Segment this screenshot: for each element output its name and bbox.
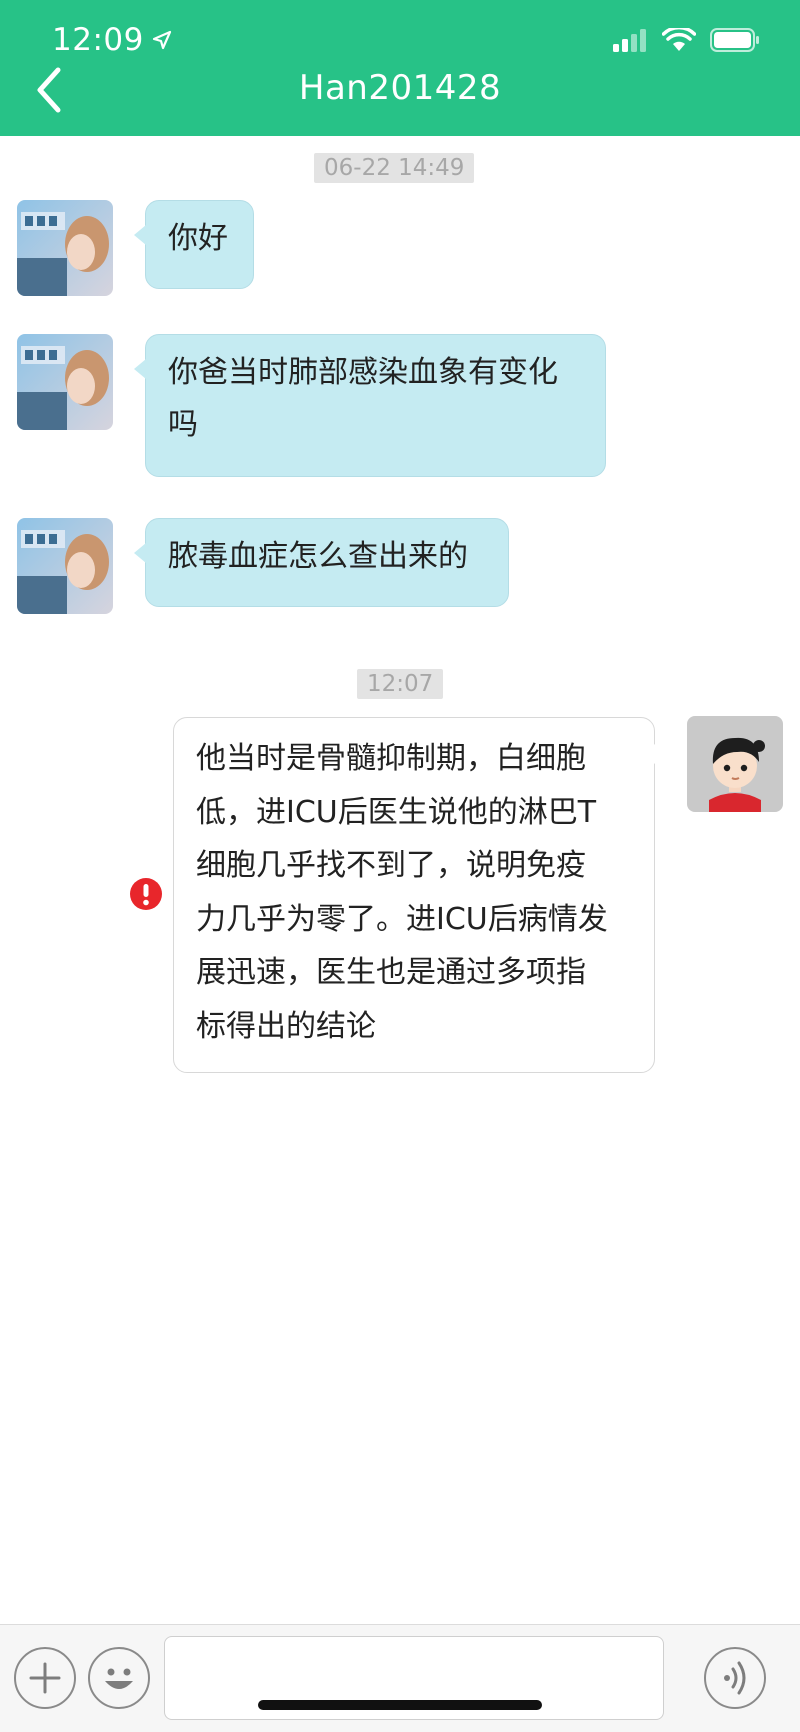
- add-button[interactable]: [14, 1647, 76, 1709]
- status-bar-indicators: [612, 28, 760, 52]
- location-arrow-icon: [152, 30, 171, 50]
- message-text-line: 吗: [168, 407, 198, 442]
- add-icon: [29, 1662, 61, 1694]
- incoming-message-bubble[interactable]: 你好: [134, 200, 254, 289]
- chat-message-list[interactable]: 06-22 14:49 你好 你爸当时肺部感染血象有变化 吗 脓毒血症怎么查出来…: [0, 136, 800, 1624]
- cartoon-boy-avatar-image: [687, 716, 783, 812]
- cellular-signal-icon: [613, 29, 646, 52]
- contact-avatar[interactable]: [17, 518, 113, 614]
- message-text-line: 低，进ICU后医生说他的淋巴T: [196, 794, 597, 830]
- message-text-line: 标得出的结论: [196, 1008, 376, 1044]
- battery-icon: [710, 28, 759, 52]
- message-timestamp: 06-22 14:49: [314, 153, 475, 183]
- message-text-line: 力几乎为零了。进ICU后病情发: [196, 901, 608, 937]
- wifi-icon: [662, 28, 696, 51]
- contact-avatar-image: [17, 200, 113, 296]
- incoming-message-bubble[interactable]: 脓毒血症怎么查出来的: [134, 518, 509, 607]
- contact-avatar-image: [17, 518, 113, 614]
- page-title: Han201428: [298, 68, 502, 108]
- home-indicator[interactable]: [258, 1700, 542, 1710]
- message-text-line: 他当时是骨髓抑制期，白细胞: [196, 741, 586, 776]
- contact-avatar-image: [17, 334, 113, 430]
- message-text-line: 你爸当时肺部感染血象有变化: [168, 355, 558, 390]
- message-text-line: 细胞几乎找不到了，说明免疫: [196, 848, 586, 883]
- message-text: 你好: [168, 221, 228, 256]
- my-avatar[interactable]: [687, 716, 783, 812]
- incoming-message-bubble[interactable]: 你爸当时肺部感染血象有变化 吗: [134, 334, 606, 477]
- message-text-line: 展迅速，医生也是通过多项指: [196, 955, 586, 990]
- outgoing-message-bubble[interactable]: 他当时是骨髓抑制期，白细胞 低，进ICU后医生说他的淋巴T 细胞几乎找不到了，说…: [173, 717, 666, 1073]
- chat-input-bar: [0, 1624, 800, 1732]
- emoji-icon: [105, 1668, 133, 1689]
- nav-header: 12:09 Han201428: [0, 0, 800, 136]
- voice-icon: [724, 1661, 746, 1695]
- contact-avatar[interactable]: [17, 334, 113, 430]
- contact-avatar[interactable]: [17, 200, 113, 296]
- message-timestamp: 12:07: [357, 669, 444, 699]
- emoji-button[interactable]: [88, 1647, 150, 1709]
- message-text: 脓毒血症怎么查出来的: [168, 539, 468, 574]
- voice-button[interactable]: [704, 1647, 766, 1709]
- status-bar-time: 12:09: [52, 22, 172, 58]
- send-failed-icon[interactable]: [129, 877, 163, 911]
